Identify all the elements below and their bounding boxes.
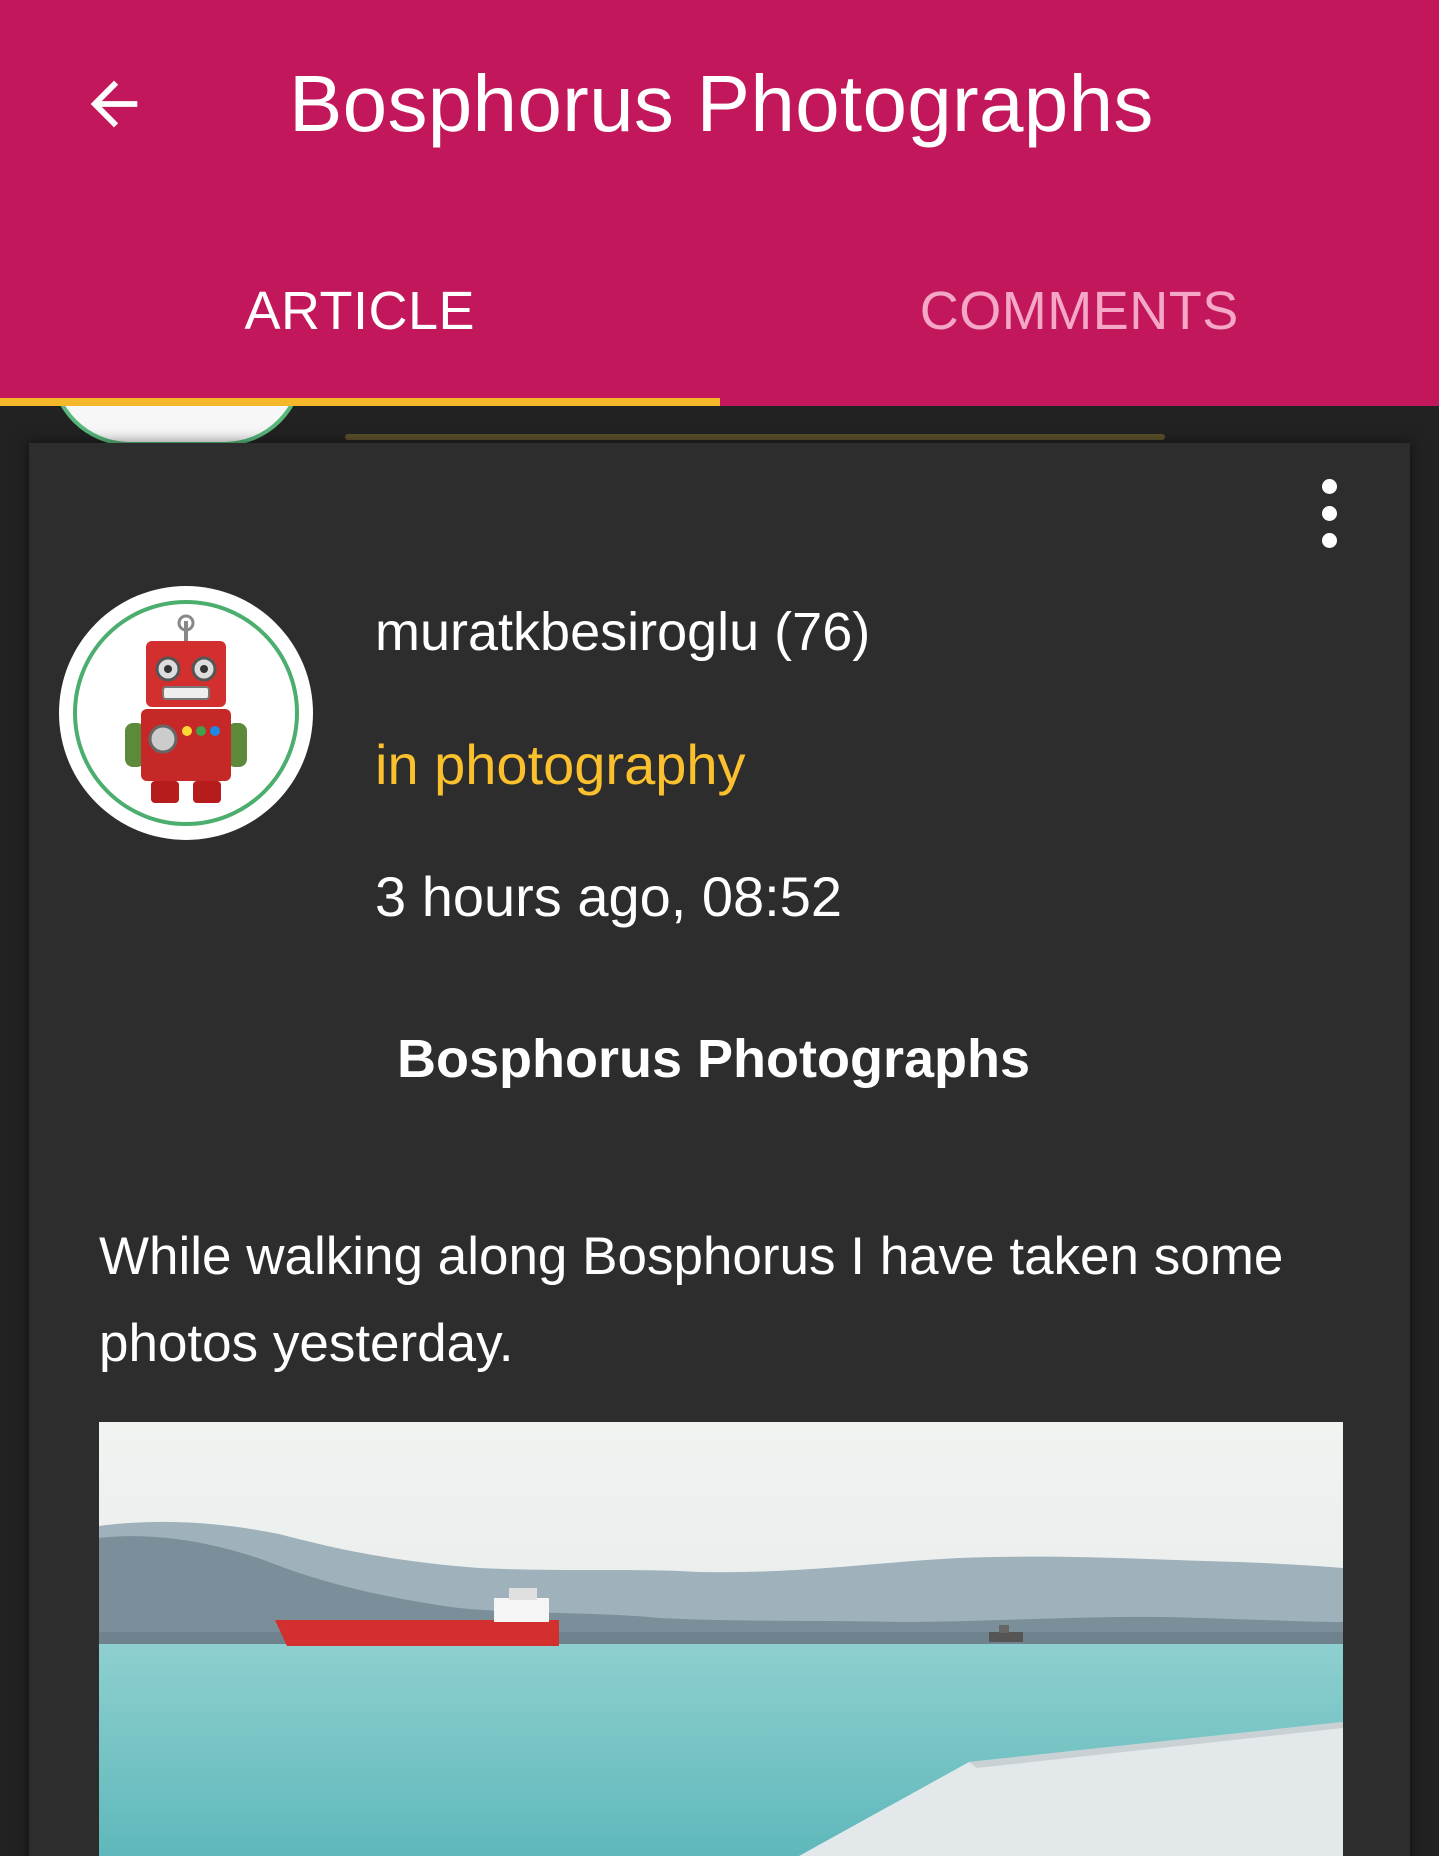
previous-item-peek: [0, 406, 1439, 446]
tab-bar: ARTICLE COMMENTS: [0, 250, 1439, 406]
back-button[interactable]: [62, 52, 166, 156]
post-body: While walking along Bosphorus I have tak…: [99, 1227, 1284, 1373]
app-bar: Bosphorus Photographs ARTICLE COMMENTS: [0, 0, 1439, 406]
more-options-button[interactable]: [1299, 463, 1359, 563]
tab-comments[interactable]: COMMENTS: [720, 250, 1439, 406]
post-card: muratkbesiroglu (76) in photography 3 ho…: [29, 443, 1410, 1856]
page-title: Bosphorus Photographs: [289, 59, 1154, 148]
arrow-left-icon: [90, 80, 138, 128]
robot-avatar-icon: [125, 614, 247, 803]
post-photo[interactable]: [99, 1422, 1343, 1856]
tab-article[interactable]: ARTICLE: [0, 250, 720, 406]
post-title: Bosphorus Photographs: [397, 1029, 1030, 1089]
peek-text-line: [345, 434, 1165, 440]
author-name[interactable]: muratkbesiroglu (76): [375, 601, 870, 663]
avatar: [50, 406, 304, 446]
tab-indicator: [0, 398, 720, 406]
avatar[interactable]: [59, 586, 313, 840]
more-vert-icon: [1321, 478, 1337, 494]
post-timestamp: 3 hours ago, 08:52: [375, 865, 843, 928]
bosphorus-photo-image: [99, 1422, 1343, 1856]
category-link[interactable]: in photography: [375, 732, 746, 797]
